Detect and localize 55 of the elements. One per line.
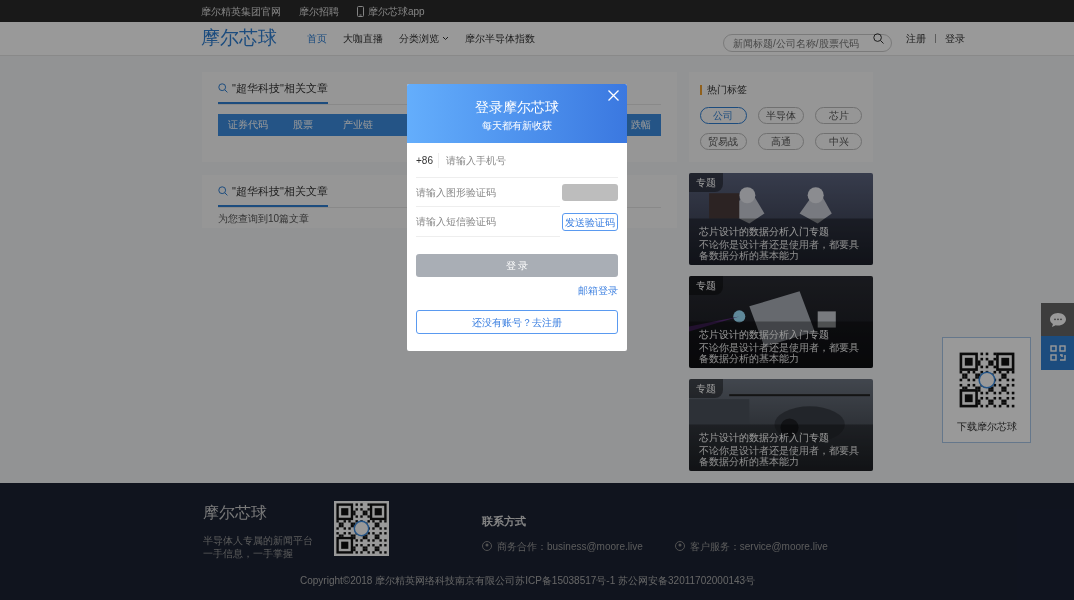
footer-slogan: 半导体人专属的新闻平台 xyxy=(203,534,314,547)
contact-info: 客户服务：service@moore.live xyxy=(689,539,828,554)
topic-description: 不论你是设计者还是使用者，都要具备数据分析的基本能力 xyxy=(699,342,860,364)
topic-description: 不论你是设计者还是使用者，都要具备数据分析的基本能力 xyxy=(699,239,860,261)
qr-button[interactable] xyxy=(1041,336,1074,370)
nav-link[interactable]: 大咖直播 xyxy=(343,31,383,46)
copyright: Copyright©2018 摩尔精英网络科技南京有限公司苏ICP备15038517号-1 苏公网安备32011702000143号 xyxy=(300,574,756,588)
qr-caption: 下载摩尔芯球 xyxy=(956,420,1017,434)
nav-link[interactable]: 摩尔半导体指数 xyxy=(465,31,535,46)
topic-description: 不论你是设计者还是使用者，都要具备数据分析的基本能力 xyxy=(699,445,860,467)
column-header: 证券代码 xyxy=(226,118,269,132)
chat-button[interactable] xyxy=(1041,303,1074,336)
logo[interactable]: 摩尔芯球 xyxy=(201,24,307,53)
country-code: +86 xyxy=(416,152,439,168)
footer-logo: 摩尔芯球 xyxy=(203,503,268,523)
chevron-down-icon xyxy=(442,36,449,41)
email-login-link[interactable]: 邮箱登录 xyxy=(578,283,618,298)
topic-card[interactable]: 专题 芯片设计的数据分析入门专题 不论你是设计者还是使用者，都要具备数据分析的基本能力 xyxy=(689,379,873,471)
result-count: 为您查询到10篇文章 xyxy=(218,211,310,226)
nav-link[interactable]: 分类浏览 xyxy=(399,31,449,46)
topic-card[interactable]: 专题 芯片设计的数据分析入门专题 不论你是设计者还是使用者，都要具备数据分析的基本能力 xyxy=(689,276,873,368)
search-icon xyxy=(218,186,228,197)
chat-icon xyxy=(1048,311,1067,328)
dialog-subtitle: 每天都有新收获 xyxy=(482,119,552,133)
panel-title: 热门标签 xyxy=(707,83,747,97)
section-title: "超华科技"相关文章 xyxy=(232,81,328,96)
login-link[interactable]: 登录 xyxy=(945,31,965,46)
qr-code-icon xyxy=(1049,345,1066,361)
phone-field[interactable]: 请输入手机号 xyxy=(445,152,618,168)
search-icon[interactable] xyxy=(873,33,884,44)
dialog-title: 登录摩尔芯球 xyxy=(475,98,559,117)
topic-title: 芯片设计的数据分析入门专题 xyxy=(699,328,830,342)
top-link[interactable]: 摩尔芯球app xyxy=(357,3,425,19)
search-field[interactable]: 新闻标题/公司名称/股票代码 xyxy=(723,34,892,52)
close-icon[interactable] xyxy=(608,90,619,101)
topic-title: 芯片设计的数据分析入门专题 xyxy=(699,431,830,445)
phone-icon xyxy=(357,5,364,17)
qr-code xyxy=(334,501,389,556)
top-link[interactable]: 摩尔招聘 xyxy=(299,3,339,19)
register-link[interactable]: 注册 xyxy=(906,31,926,46)
register-button[interactable]: 还没有账号？去注册 xyxy=(416,310,618,334)
topic-card[interactable]: 专题 芯片设计的数据分析入门专题 不论你是设计者还是使用者，都要具备数据分析的基本能力 xyxy=(689,173,873,265)
section-title: "超华科技"相关文章 xyxy=(232,184,328,199)
column-header: 产业链 xyxy=(341,118,374,132)
send-code-button[interactable]: 发送验证码 xyxy=(562,213,618,231)
captcha-field[interactable]: 请输入图形验证码 xyxy=(416,178,560,207)
nav-link[interactable]: 首页 xyxy=(307,31,327,46)
topic-title: 芯片设计的数据分析入门专题 xyxy=(699,225,830,239)
column-header: 股票 xyxy=(291,118,314,132)
top-link[interactable]: 摩尔精英集团官网 xyxy=(201,3,281,19)
contact-info: 商务合作：business@moore.live xyxy=(497,539,643,554)
contact-title: 联系方式 xyxy=(482,514,527,529)
search-icon xyxy=(218,83,228,94)
sms-code-field[interactable]: 请输入短信验证码 xyxy=(416,207,560,237)
column-header: 跌幅 xyxy=(631,118,651,132)
